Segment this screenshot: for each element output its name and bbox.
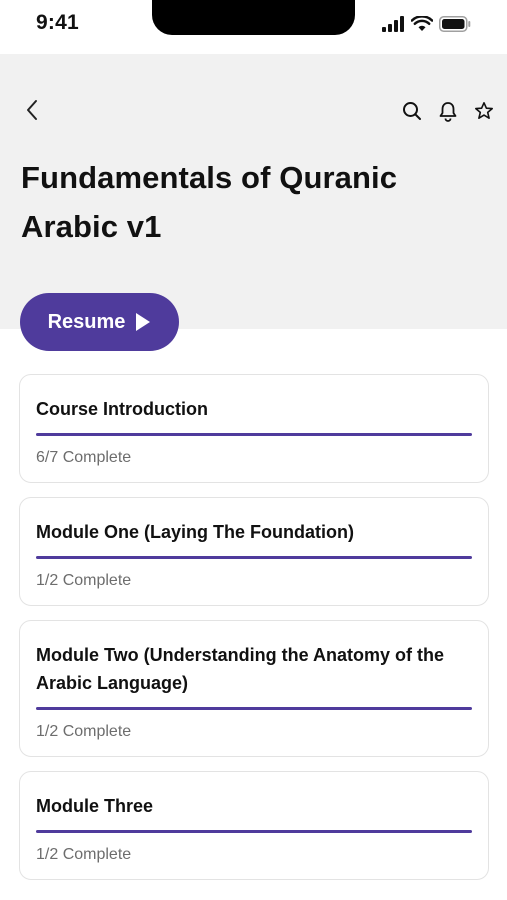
wifi-icon: [411, 16, 433, 31]
signal-icon: [382, 16, 404, 32]
resume-button[interactable]: Resume: [20, 293, 179, 351]
star-icon: [475, 102, 493, 119]
module-card[interactable]: Course Introduction 6/7 Complete: [19, 374, 489, 483]
module-card[interactable]: Module One (Laying The Foundation) 1/2 C…: [19, 497, 489, 606]
resume-label: Resume: [47, 310, 126, 333]
status-bar: 9:41: [0, 0, 507, 54]
module-title: Module Three: [36, 796, 154, 816]
play-icon: [136, 313, 151, 331]
module-card[interactable]: Module Three 1/2 Complete: [19, 771, 489, 880]
favorite-button[interactable]: [469, 96, 499, 126]
status-time: 9:41: [36, 11, 79, 34]
module-status: 6/7 Complete: [36, 449, 132, 466]
notch: [152, 0, 355, 35]
module-status: 1/2 Complete: [36, 846, 132, 863]
back-button[interactable]: [18, 96, 46, 124]
module-title: Module Two (Understanding the Anatomy of…: [36, 645, 444, 693]
status-icons: [381, 16, 471, 32]
notifications-button[interactable]: [433, 96, 463, 126]
battery-icon: [439, 16, 471, 32]
top-actions: [397, 96, 499, 126]
module-list: Course Introduction 6/7 Complete Module …: [19, 374, 489, 894]
search-icon: [403, 102, 421, 120]
search-button[interactable]: [397, 96, 427, 126]
module-card[interactable]: Module Two (Understanding the Anatomy of…: [19, 620, 489, 757]
module-title: Course Introduction: [36, 399, 208, 419]
bell-icon: [439, 101, 457, 122]
module-title: Module One (Laying The Foundation): [36, 522, 354, 542]
module-status: 1/2 Complete: [36, 723, 132, 740]
chevron-left-icon: [27, 100, 37, 120]
module-status: 1/2 Complete: [36, 572, 132, 589]
page-title: Fundamentals of Quranic Arabic v1: [21, 160, 398, 244]
